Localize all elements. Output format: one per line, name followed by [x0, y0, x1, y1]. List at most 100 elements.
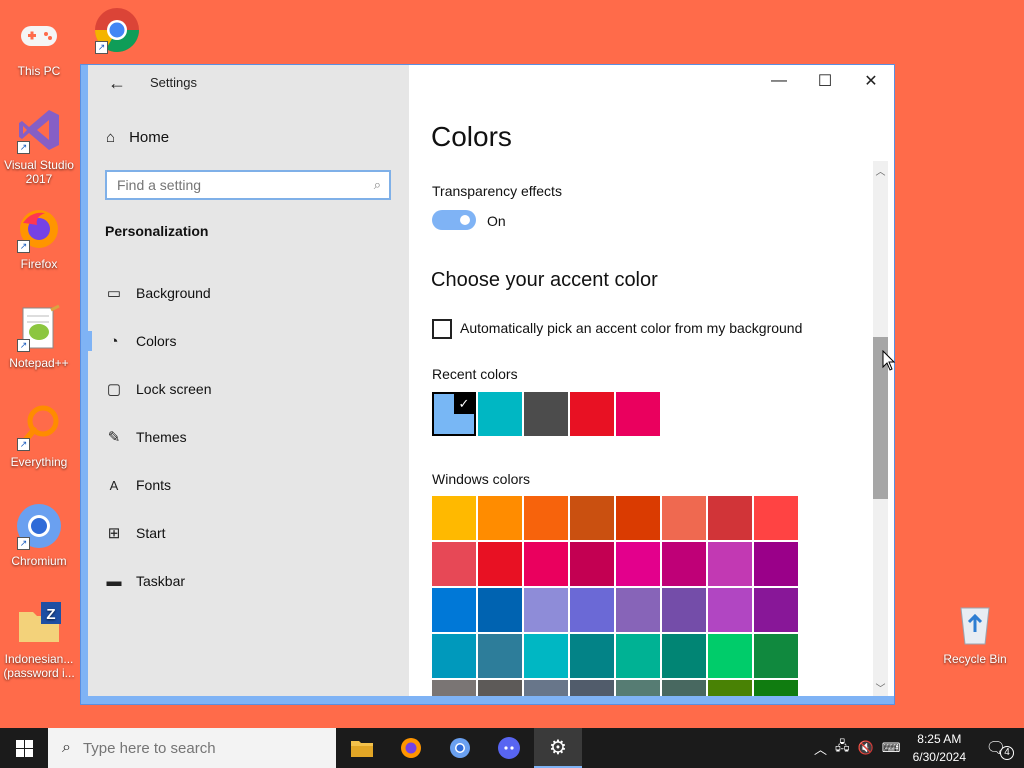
accent-heading: Choose your accent color: [431, 269, 658, 291]
settings-search-input[interactable]: [115, 176, 374, 194]
desktop-icon-chromium[interactable]: ↗ Chromium: [1, 502, 77, 568]
desktop-icon-everything[interactable]: ↗ Everything: [1, 403, 77, 469]
transparency-toggle[interactable]: [432, 210, 476, 230]
scroll-up-icon[interactable]: ︿: [873, 163, 888, 178]
windows-color-swatch[interactable]: [754, 588, 798, 632]
recent-color-swatch[interactable]: ✓: [432, 392, 476, 436]
scroll-down-icon[interactable]: ﹀: [873, 680, 888, 695]
windows-color-swatch[interactable]: [524, 634, 568, 678]
mouse-cursor-icon: [882, 350, 896, 371]
windows-color-swatch[interactable]: [478, 588, 522, 632]
network-icon[interactable]: 🖧: [835, 737, 850, 759]
windows-color-swatch[interactable]: [570, 496, 614, 540]
recent-colors-row: ✓: [432, 392, 660, 436]
taskbar-search-input[interactable]: [80, 738, 305, 758]
recent-color-swatch[interactable]: [570, 392, 614, 436]
sidebar-item-label: Colors: [136, 333, 177, 349]
windows-color-swatch[interactable]: [570, 588, 614, 632]
windows-color-swatch[interactable]: [478, 542, 522, 586]
windows-color-swatch[interactable]: [754, 542, 798, 586]
desktop-icon-label: Indonesian... (password i...: [3, 652, 75, 680]
desktop-icon-recycle-bin[interactable]: Recycle Bin: [937, 600, 1013, 666]
windows-color-swatch[interactable]: [616, 634, 660, 678]
desktop-icon-this-pc[interactable]: This PC: [1, 12, 77, 78]
desktop-icon-label: Everything: [10, 455, 68, 469]
windows-color-swatch[interactable]: [432, 542, 476, 586]
windows-color-swatch[interactable]: [478, 496, 522, 540]
chevron-up-icon[interactable]: ︿: [814, 739, 827, 758]
windows-color-swatch[interactable]: [524, 496, 568, 540]
windows-color-swatch[interactable]: [432, 588, 476, 632]
windows-color-swatch[interactable]: [570, 542, 614, 586]
recent-color-swatch[interactable]: [616, 392, 660, 436]
sidebar-item-lock-screen[interactable]: ▢ Lock screen: [88, 365, 409, 413]
desktop-icon-label: Chromium: [11, 554, 67, 568]
settings-sidebar: ← Settings ⌂ Home ⌕ Personalization ▭ Ba…: [88, 65, 409, 697]
sidebar-item-background[interactable]: ▭ Background: [88, 269, 409, 317]
sidebar-item-home[interactable]: ⌂ Home: [106, 129, 169, 146]
desktop-icon-visual-studio[interactable]: ↗ Visual Studio 2017: [1, 106, 77, 186]
windows-color-swatch[interactable]: [662, 542, 706, 586]
sidebar-item-label: Background: [136, 285, 211, 301]
windows-color-swatch[interactable]: [708, 496, 752, 540]
back-arrow-icon[interactable]: ←: [108, 73, 126, 94]
windows-color-swatch[interactable]: [524, 588, 568, 632]
windows-color-swatch[interactable]: [432, 496, 476, 540]
windows-color-swatch[interactable]: [570, 634, 614, 678]
windows-colors-grid: [432, 496, 798, 704]
windows-color-swatch[interactable]: [616, 588, 660, 632]
volume-muted-icon[interactable]: 🔇: [858, 740, 874, 756]
sidebar-item-themes[interactable]: ✎ Themes: [88, 413, 409, 461]
auto-pick-label[interactable]: Automatically pick an accent color from …: [460, 320, 802, 336]
windows-color-swatch[interactable]: [708, 542, 752, 586]
settings-search-box[interactable]: ⌕: [105, 170, 391, 200]
windows-color-swatch[interactable]: [754, 496, 798, 540]
ime-icon[interactable]: ⌨: [882, 740, 901, 756]
action-center-button[interactable]: 🗨 4: [986, 738, 1014, 760]
chromium-icon: ↗: [15, 502, 63, 550]
sidebar-item-fonts[interactable]: A Fonts: [88, 461, 409, 509]
windows-color-swatch[interactable]: [708, 634, 752, 678]
windows-color-swatch[interactable]: [662, 496, 706, 540]
everything-icon: ↗: [15, 403, 63, 451]
windows-color-swatch[interactable]: [708, 588, 752, 632]
sidebar-item-colors[interactable]: ◔ Colors: [88, 317, 409, 365]
windows-color-swatch[interactable]: [616, 542, 660, 586]
desktop-icon-chrome[interactable]: ↗: [79, 6, 155, 58]
home-label: Home: [129, 129, 170, 146]
firefox-icon: ↗: [15, 205, 63, 253]
taskbar-search-box[interactable]: ⌕: [48, 728, 336, 768]
recent-color-swatch[interactable]: [478, 392, 522, 436]
taskbar-file-explorer[interactable]: [338, 728, 386, 768]
search-icon[interactable]: ⌕: [374, 177, 381, 193]
desktop-icon-firefox[interactable]: ↗ Firefox: [1, 205, 77, 271]
windows-color-swatch[interactable]: [478, 634, 522, 678]
page-title: Colors: [431, 121, 512, 152]
visual-studio-icon: ↗: [15, 106, 63, 154]
taskbar-chromium[interactable]: [436, 728, 484, 768]
shortcut-arrow-icon: ↗: [17, 438, 30, 451]
windows-color-swatch[interactable]: [754, 634, 798, 678]
taskbar-clock[interactable]: 8:25 AM 6/30/2024: [913, 730, 966, 766]
content-scrollbar[interactable]: ︿ ﹀: [873, 161, 888, 697]
taskbar-discord[interactable]: [485, 728, 533, 768]
sidebar-item-label: Fonts: [136, 477, 172, 493]
windows-color-swatch[interactable]: [662, 634, 706, 678]
taskbar-settings[interactable]: ⚙: [534, 728, 582, 768]
windows-color-swatch[interactable]: [432, 634, 476, 678]
recent-color-swatch[interactable]: [524, 392, 568, 436]
start-button[interactable]: [0, 728, 48, 768]
sidebar-item-label: Start: [136, 525, 166, 541]
shortcut-arrow-icon: ↗: [17, 339, 30, 352]
auto-pick-checkbox[interactable]: [432, 319, 452, 339]
desktop-icon-zip-archive[interactable]: Z Indonesian... (password i...: [1, 600, 77, 680]
chromium-icon: [450, 738, 470, 758]
notification-badge: 4: [1000, 746, 1014, 760]
windows-color-swatch[interactable]: [616, 496, 660, 540]
taskbar-firefox[interactable]: [387, 728, 435, 768]
desktop-icon-notepadpp[interactable]: ↗ Notepad++: [1, 304, 77, 370]
sidebar-item-taskbar[interactable]: ▬ Taskbar: [88, 557, 409, 605]
sidebar-item-start[interactable]: ⊞ Start: [88, 509, 409, 557]
windows-color-swatch[interactable]: [662, 588, 706, 632]
windows-color-swatch[interactable]: [524, 542, 568, 586]
